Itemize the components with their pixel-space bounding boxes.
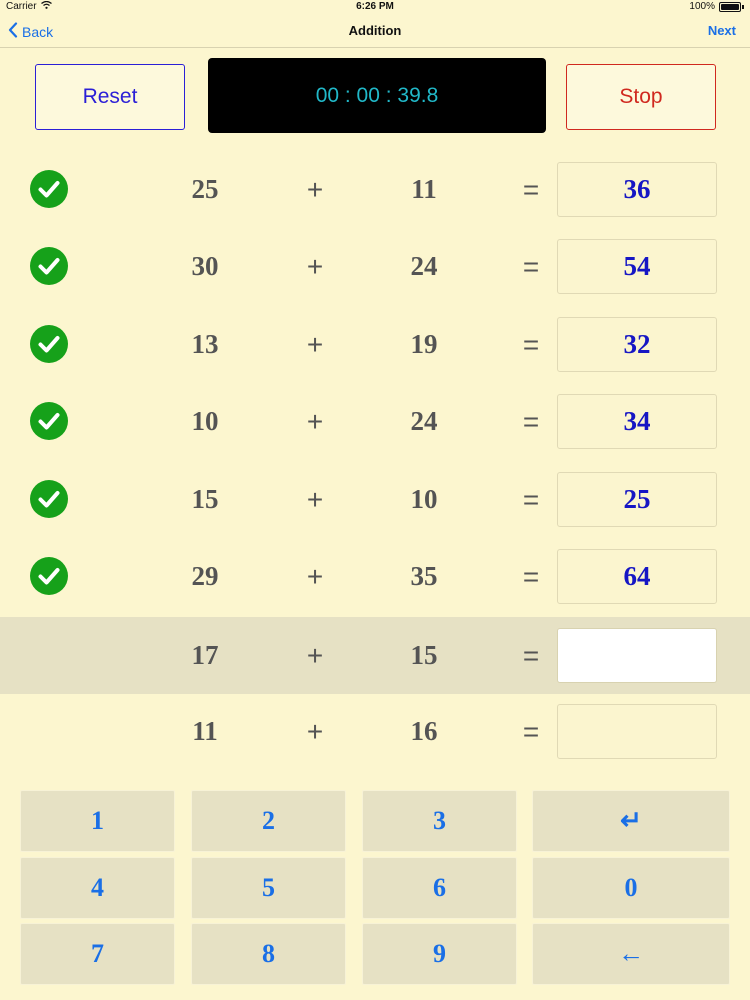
plus-operator: + (306, 640, 324, 671)
back-button[interactable]: Back (8, 22, 53, 41)
checkmark-icon (30, 325, 68, 363)
plus-operator: + (306, 174, 324, 205)
plus-operator: + (306, 251, 324, 282)
key-2[interactable]: 2 (191, 790, 346, 852)
equals-sign: = (522, 640, 540, 671)
key-4[interactable]: 4 (20, 857, 175, 919)
second-operand: 35 (410, 561, 438, 591)
checkmark-icon (30, 170, 68, 208)
answer-field[interactable] (557, 628, 717, 683)
reset-button[interactable]: Reset (35, 64, 185, 130)
battery-group: 100% (689, 1, 744, 12)
checkmark-icon (30, 557, 68, 595)
second-operand: 16 (410, 716, 438, 746)
equals-sign: = (522, 561, 540, 592)
equals-sign: = (522, 484, 540, 515)
status-time: 6:26 PM (356, 1, 394, 12)
equals-sign: = (522, 174, 540, 205)
enter-key[interactable]: ↵ (532, 790, 730, 852)
answer-field[interactable]: 34 (557, 394, 717, 449)
problem-row: 29 +35 = 64 (0, 538, 750, 615)
answer-field[interactable]: 54 (557, 239, 717, 294)
problem-row: 17 +15 = (0, 617, 750, 694)
plus-operator: + (306, 329, 324, 360)
key-1[interactable]: 1 (20, 790, 175, 852)
problem-row: 30 +24 = 54 (0, 228, 750, 305)
key-0[interactable]: 0 (532, 857, 730, 919)
status-bar: Carrier 6:26 PM 100% (0, 0, 750, 15)
stop-button[interactable]: Stop (566, 64, 716, 130)
second-operand: 24 (410, 251, 438, 281)
battery-tip (742, 4, 744, 9)
first-operand: 30 (191, 251, 219, 281)
problem-row: 13 +19 = 32 (0, 306, 750, 383)
first-operand: 10 (191, 406, 219, 436)
equals-sign: = (522, 406, 540, 437)
second-operand: 15 (410, 640, 438, 670)
problem-row: 10 +24 = 34 (0, 383, 750, 460)
page-title: Addition (348, 23, 402, 38)
second-operand: 24 (410, 406, 438, 436)
key-8[interactable]: 8 (191, 923, 346, 985)
backspace-key[interactable]: ← (532, 923, 730, 985)
plus-operator: + (306, 716, 324, 747)
equals-sign: = (522, 716, 540, 747)
answer-field[interactable]: 32 (557, 317, 717, 372)
problem-row: 25 +11 = 36 (0, 151, 750, 228)
key-3[interactable]: 3 (362, 790, 517, 852)
answer-field[interactable]: 64 (557, 549, 717, 604)
answer-field[interactable] (557, 704, 717, 759)
second-operand: 10 (410, 484, 438, 514)
plus-operator: + (306, 561, 324, 592)
second-operand: 19 (410, 329, 438, 359)
plus-operator: + (306, 484, 324, 515)
problem-row: 15 +10 = 25 (0, 461, 750, 538)
first-operand: 15 (191, 484, 219, 514)
plus-operator: + (306, 406, 324, 437)
second-operand: 11 (411, 174, 437, 204)
chevron-left-icon (8, 22, 18, 41)
first-operand: 25 (191, 174, 219, 204)
key-6[interactable]: 6 (362, 857, 517, 919)
navigation-bar: Back Addition Next (0, 15, 750, 48)
battery-icon (719, 1, 741, 12)
first-operand: 17 (191, 640, 219, 670)
back-label: Back (22, 23, 54, 40)
problem-row: 11 +16 = (0, 693, 750, 770)
battery-label: 100% (689, 1, 715, 12)
key-9[interactable]: 9 (362, 923, 517, 985)
answer-field[interactable]: 25 (557, 472, 717, 527)
first-operand: 29 (191, 561, 219, 591)
equals-sign: = (522, 251, 540, 282)
key-7[interactable]: 7 (20, 923, 175, 985)
checkmark-icon (30, 480, 68, 518)
checkmark-icon (30, 247, 68, 285)
equals-sign: = (522, 329, 540, 360)
next-button[interactable]: Next (708, 23, 736, 38)
timer-display: 00 : 00 : 39.8 (208, 58, 546, 133)
first-operand: 11 (192, 716, 218, 746)
answer-field[interactable]: 36 (557, 162, 717, 217)
checkmark-icon (30, 402, 68, 440)
key-5[interactable]: 5 (191, 857, 346, 919)
first-operand: 13 (191, 329, 219, 359)
